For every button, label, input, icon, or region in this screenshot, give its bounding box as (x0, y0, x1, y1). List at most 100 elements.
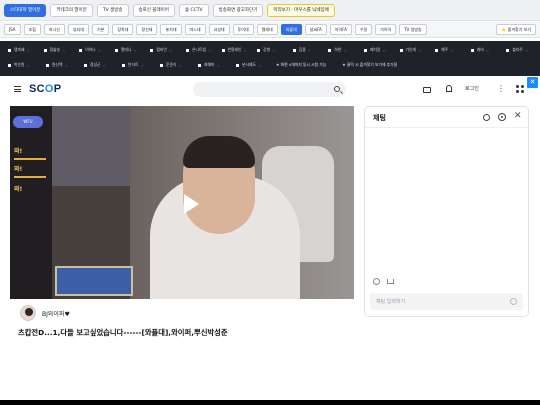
favorite-star-icon[interactable]: ☆ (133, 48, 136, 53)
checkbox-icon[interactable] (506, 48, 510, 52)
channel-chip[interactable]: 블라주 ☆ (504, 45, 540, 55)
channel-chip[interactable]: 엘레니 ☆ (113, 45, 149, 55)
streamer-name[interactable]: BJ와이퍼♥ (42, 309, 70, 318)
checkbox-icon[interactable] (470, 48, 474, 52)
checkbox-icon[interactable] (8, 63, 11, 67)
channel-chip[interactable]: 운준이 ☆ (158, 60, 196, 70)
favorite-star-icon[interactable]: ☆ (343, 48, 346, 53)
checkbox-icon[interactable] (84, 63, 87, 67)
channel-chip[interactable]: 랭피혜 ☆ (6, 45, 42, 55)
channel-chip[interactable]: 분사예도 ☆ (234, 60, 272, 70)
checkbox-icon[interactable] (292, 48, 296, 52)
streamer-avatar[interactable] (20, 305, 36, 321)
channel-chip[interactable]: 김중 ☆ (291, 45, 327, 55)
channel-chip[interactable]: 가인래 ☆ (398, 45, 434, 55)
emoticon-icon[interactable] (373, 278, 380, 285)
category-button[interactable]: 날씨FA (304, 24, 327, 35)
category-button[interactable]: 수정 (354, 24, 373, 35)
checkbox-icon[interactable] (150, 48, 154, 52)
channel-chip[interactable]: 정성군 ☆ (82, 60, 120, 70)
channel-chip[interactable]: 박순원 ☆ (6, 60, 44, 70)
checkbox-icon[interactable] (43, 48, 47, 52)
favorite-star-icon[interactable]: ☆ (258, 63, 261, 68)
checkbox-icon[interactable] (122, 63, 125, 67)
chat-emoji-icon[interactable] (510, 298, 517, 305)
toolbar-button-7[interactable]: 미리보기 · 마우스를 닉네임에 (267, 3, 335, 17)
checkbox-icon[interactable] (114, 48, 118, 52)
category-button[interactable]: 아이FA (329, 24, 352, 35)
channel-chip[interactable]: 최예마 ☆ (196, 60, 234, 70)
channel-chip[interactable]: 하한 ☆ (326, 45, 362, 55)
favorite-star-icon[interactable]: ☆ (272, 48, 275, 53)
hamburger-menu-icon[interactable] (14, 86, 21, 92)
soop-logo[interactable]: SCOP (29, 83, 61, 95)
checkbox-icon[interactable] (79, 48, 83, 52)
chat-participants-icon[interactable] (483, 114, 490, 121)
checkbox-icon[interactable] (46, 63, 49, 67)
checkbox-icon[interactable] (236, 63, 239, 67)
channel-chip[interactable]: 강향 ☆ (255, 45, 291, 55)
chat-close-icon[interactable]: ✕ (514, 110, 522, 122)
favorite-star-icon[interactable]: ☆ (216, 63, 219, 68)
category-button[interactable]: TV 생방송 (399, 24, 427, 35)
checkbox-icon[interactable] (399, 48, 403, 52)
channel-chip[interactable]: 원산택 ☆ (44, 60, 82, 70)
checkbox-icon[interactable] (185, 48, 189, 52)
toolbar-button-1[interactable]: 스타대학 열이분 (4, 3, 47, 17)
category-button-active[interactable]: 와플대 (280, 24, 302, 35)
close-overlay-button[interactable]: ✕ (527, 77, 538, 88)
checkbox-icon[interactable] (435, 48, 439, 52)
toolbar-button-4[interactable]: 송로신 플레이어 (132, 3, 175, 17)
category-button[interactable]: 서성대 (208, 24, 230, 35)
checkbox-icon[interactable] (363, 48, 367, 52)
toolbar-button-2[interactable]: 키테크의 열이분 (50, 3, 93, 17)
favorite-star-icon[interactable]: ☆ (450, 48, 453, 53)
favorites-button[interactable]: ⭐ 즐겨찾기 보기 (496, 24, 536, 35)
toolbar-button-3[interactable]: TV 생방송 (96, 3, 129, 17)
favorite-star-icon[interactable]: ☆ (62, 48, 65, 53)
search-input[interactable] (193, 82, 346, 97)
category-button[interactable]: 가이아 (375, 24, 397, 35)
category-button[interactable]: 투어대 (232, 24, 254, 35)
favorite-star-icon[interactable]: ☆ (244, 48, 247, 53)
category-button[interactable]: JSA (4, 24, 21, 35)
category-button[interactable]: 장족대 (112, 24, 134, 35)
channel-chip[interactable]: 캠비안 ☆ (148, 45, 184, 55)
toolbar-button-6[interactable]: 방송화면 광고차단기 (212, 3, 264, 17)
notification-bell-icon[interactable] (446, 85, 452, 92)
category-button[interactable]: 놓치대 (160, 24, 182, 35)
category-button[interactable]: 하나신 (43, 24, 65, 35)
category-button[interactable]: 조합 (23, 24, 41, 35)
favorite-star-icon[interactable]: ☆ (169, 48, 172, 53)
category-button[interactable]: 정신대 (136, 24, 158, 35)
toolbar-button-5[interactable]: 숲 CCTV (178, 3, 209, 17)
favorite-star-icon[interactable]: ☆ (26, 48, 29, 53)
favorite-star-icon[interactable]: ☆ (140, 63, 143, 68)
channel-chip[interactable]: 페치랑 ☆ (362, 45, 398, 55)
channel-chip[interactable]: 반용래인 ☆ (220, 45, 256, 55)
channel-chip[interactable]: 정술송 ☆ (42, 45, 78, 55)
favorite-star-icon[interactable]: ☆ (26, 63, 29, 68)
channel-chip[interactable]: 빈자트 ☆ (120, 60, 158, 70)
checkbox-icon[interactable] (257, 48, 261, 52)
favorite-star-icon[interactable]: ☆ (178, 63, 181, 68)
channel-chip[interactable]: 캐비 ☆ (469, 45, 505, 55)
video-player[interactable]: WFU 와! 와! 와! (10, 106, 354, 299)
category-button[interactable]: 마느대 (184, 24, 206, 35)
broadcast-camera-icon[interactable] (423, 87, 431, 93)
favorite-star-icon[interactable]: ☆ (525, 48, 528, 53)
category-button[interactable]: 뷰티대 (67, 24, 89, 35)
checkbox-icon[interactable] (160, 63, 163, 67)
checkbox-icon[interactable] (198, 63, 201, 67)
search-icon[interactable] (334, 86, 340, 92)
play-icon[interactable] (184, 194, 199, 214)
channel-chip[interactable]: 이하나 ☆ (77, 45, 113, 55)
favorite-star-icon[interactable]: ☆ (98, 48, 101, 53)
shop-cart-icon[interactable] (387, 279, 394, 284)
favorite-star-icon[interactable]: ☆ (64, 63, 67, 68)
favorite-star-icon[interactable]: ☆ (486, 48, 489, 53)
favorite-star-icon[interactable]: ☆ (382, 48, 385, 53)
checkbox-icon[interactable] (221, 48, 225, 52)
apps-grid-icon[interactable] (516, 85, 526, 95)
login-button[interactable]: 로그인 (465, 85, 479, 92)
